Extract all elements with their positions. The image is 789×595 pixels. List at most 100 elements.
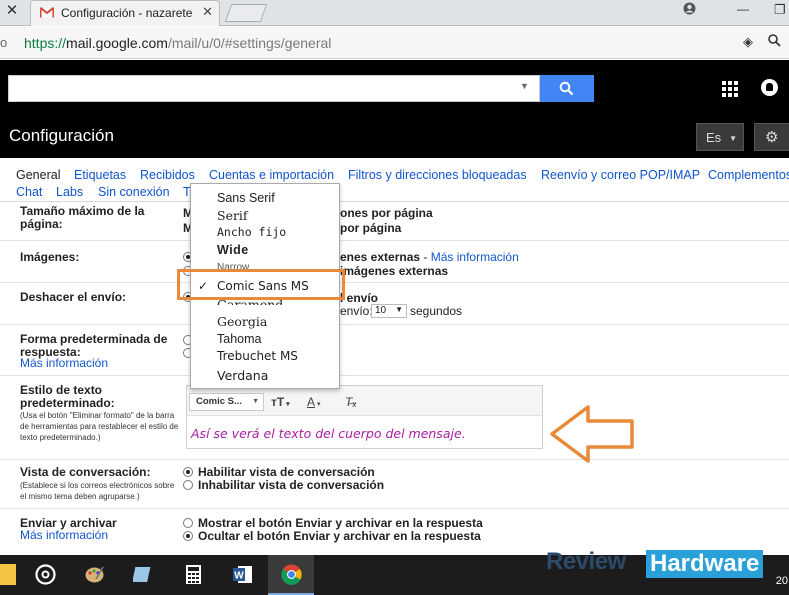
search-icon — [559, 81, 574, 96]
max-page-size-label: Tamaño máximo de la página: — [20, 204, 145, 231]
reply-more-info-link[interactable]: Más información — [20, 357, 108, 370]
images-more-info-link[interactable]: Más información — [431, 250, 519, 264]
tab-chat[interactable]: Chat — [16, 185, 42, 199]
taskbar-app-notes[interactable] — [120, 555, 166, 595]
undo-send-line2: envío: — [340, 304, 373, 318]
language-button[interactable]: Es ▼ — [696, 123, 744, 151]
tab-general[interactable]: General — [16, 168, 60, 182]
chevron-down-icon: ▼ — [729, 134, 737, 143]
notepad-icon — [133, 567, 151, 582]
images-opt2: imágenes externas — [340, 264, 449, 278]
gear-icon[interactable]: ⚙ — [754, 123, 789, 151]
conversation-disable-radio[interactable] — [183, 480, 193, 490]
new-tab-button[interactable] — [224, 4, 268, 22]
font-option-verdana[interactable]: Verdana — [217, 368, 268, 383]
tab-recibidos[interactable]: Recibidos — [140, 168, 195, 182]
taskbar-clock: 20 — [775, 575, 788, 587]
browser-tab-gmail[interactable]: Configuración - nazarete ✕ — [30, 0, 220, 26]
reload-partial-icon[interactable]: o — [0, 35, 7, 50]
font-option-wide[interactable]: Wide — [217, 243, 249, 257]
font-size-icon[interactable]: ᴛT ▾ — [271, 395, 290, 409]
send-archive-hide-radio[interactable] — [183, 531, 193, 541]
divider — [0, 282, 789, 283]
tab-labs[interactable]: Labs — [56, 185, 83, 199]
tab-filtros[interactable]: Filtros y direcciones bloqueadas — [348, 168, 527, 182]
url-field[interactable]: https://mail.google.com/mail/u/0/#settin… — [24, 35, 331, 51]
undo-send-line1: l envío — [340, 291, 379, 305]
editor-toolbar: Comic S... ▼ ᴛT ▾ A ▾ T̶ₓ — [187, 386, 542, 416]
calculator-icon — [186, 565, 201, 584]
settings-tabs: General Etiquetas Recibidos Cuentas e im… — [0, 158, 789, 202]
close-tab-icon[interactable]: ✕ — [202, 4, 213, 20]
logo-hardware-text: Hardware — [646, 550, 764, 578]
page-title: Configuración — [9, 126, 114, 145]
send-archive-more-info-link[interactable]: Más información — [20, 529, 108, 542]
conversation-enable-label: Habilitar vista de conversación — [198, 465, 375, 479]
text-style-editor: Comic S... ▼ ᴛT ▾ A ▾ T̶ₓ Así se verá el … — [186, 385, 543, 449]
font-option-trebuchet[interactable]: Trebuchet MS — [217, 349, 298, 363]
undo-send-seconds-select[interactable]: 10 ▼ — [371, 304, 407, 318]
restore-icon[interactable]: ❐ — [774, 2, 786, 18]
minimize-icon[interactable]: — — [737, 2, 749, 16]
text-style-preview: Así se verá el texto del cuerpo del mens… — [191, 426, 466, 441]
font-option-monospace[interactable]: Ancho fijo — [217, 225, 286, 239]
gmail-header: ▼ Configuración Es ▼ ⚙ — [0, 60, 789, 158]
word-icon: W — [233, 566, 252, 583]
font-option-serif[interactable]: Serif — [217, 208, 248, 223]
font-option-sans-serif[interactable]: Sans Serif — [217, 191, 275, 205]
search-button[interactable] — [540, 75, 594, 102]
divider — [0, 508, 789, 509]
divider — [0, 324, 789, 325]
undo-send-label: Deshacer el envío: — [20, 290, 127, 304]
notifications-icon[interactable] — [761, 79, 778, 96]
divider — [0, 375, 789, 376]
remove-formatting-icon[interactable]: T̶ₓ — [345, 395, 357, 409]
send-archive-hide-label: Ocultar el botón Enviar y archivar en la… — [198, 529, 481, 543]
tab-complementos[interactable]: Complementos — [708, 168, 789, 182]
taskbar-app-media[interactable] — [22, 555, 68, 595]
max-size-line2: por página — [340, 221, 402, 235]
taskbar-app-paint[interactable] — [71, 555, 117, 595]
font-selector[interactable]: Comic S... ▼ — [189, 393, 264, 411]
divider — [0, 240, 789, 241]
zoom-icon[interactable] — [768, 34, 781, 50]
close-tab-icon[interactable]: ✕ — [0, 0, 24, 26]
text-style-label: Estilo de texto predeterminado: — [20, 383, 115, 410]
search-options-icon[interactable]: ▼ — [520, 81, 529, 91]
apps-grid-icon[interactable] — [722, 81, 738, 97]
conversation-disable-label: Inhabilitar vista de conversación — [198, 478, 385, 492]
images-label: Imágenes: — [20, 250, 80, 264]
tab-etiquetas[interactable]: Etiquetas — [74, 168, 126, 182]
gmail-icon — [40, 7, 54, 18]
paint-palette-icon — [85, 566, 104, 583]
max-size-line1: ones por página — [340, 206, 433, 220]
tab-reenvio[interactable]: Reenvío y correo POP/IMAP — [541, 168, 700, 182]
extension-icon[interactable]: ◈ — [743, 34, 753, 50]
taskbar-app-word[interactable]: W — [219, 555, 265, 595]
divider — [0, 459, 789, 460]
profile-icon[interactable] — [683, 2, 696, 18]
send-archive-show-label: Mostrar el botón Enviar y archivar en la… — [198, 516, 483, 530]
tab-sin-conexion[interactable]: Sin conexión — [98, 185, 170, 199]
arrow-annotation-icon — [550, 405, 634, 463]
font-option-georgia[interactable]: Georgia — [217, 314, 267, 329]
media-player-icon — [35, 564, 56, 585]
address-bar: o https://mail.google.com/mail/u/0/#sett… — [0, 27, 789, 59]
tab-cuentas[interactable]: Cuentas e importación — [209, 168, 334, 182]
conversation-enable-radio[interactable] — [183, 467, 193, 477]
chrome-icon — [281, 564, 302, 585]
taskbar-app-calculator[interactable] — [170, 555, 216, 595]
font-option-tahoma[interactable]: Tahoma — [217, 332, 261, 346]
search-input[interactable] — [8, 75, 540, 102]
taskbar-app-chrome[interactable] — [268, 555, 314, 595]
chevron-down-icon: ▼ — [395, 305, 403, 314]
tab-title: Configuración - nazarete — [61, 6, 193, 20]
logo-review-text: Review — [546, 548, 626, 575]
svg-text:W: W — [234, 571, 244, 582]
text-color-icon[interactable]: A ▾ — [307, 395, 320, 409]
send-archive-show-radio[interactable] — [183, 518, 193, 528]
browser-tab-strip: ✕ Configuración - nazarete ✕ — ❐ — [0, 0, 789, 26]
text-style-note: (Usa el botón "Eliminar formato" de la b… — [20, 411, 179, 442]
images-opt1: enes externas - Más información — [340, 250, 519, 264]
seconds-label: segundos — [410, 304, 463, 318]
